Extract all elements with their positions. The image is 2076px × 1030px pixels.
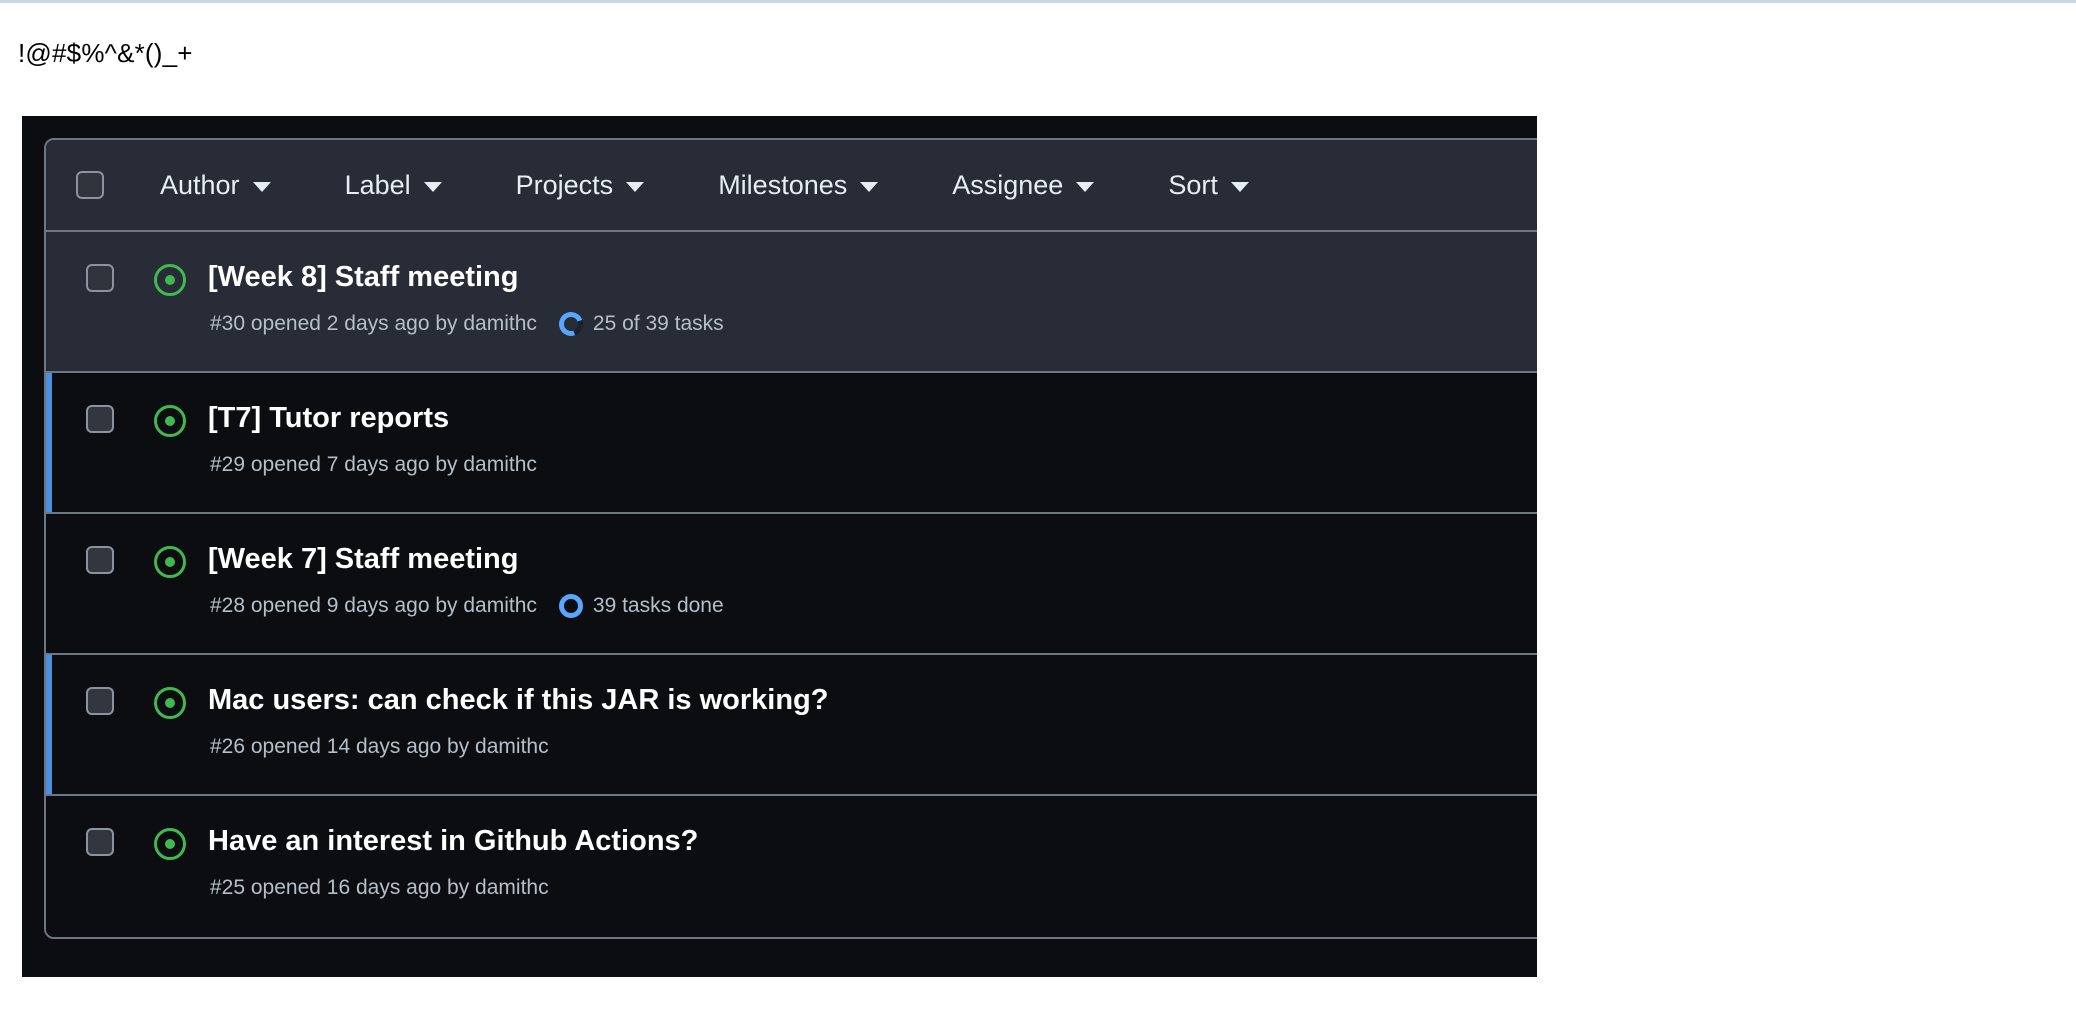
issue-select-checkbox[interactable] [86,546,114,574]
issue-row[interactable]: Mac users: can check if this JAR is work… [46,655,1537,796]
issue-select-checkbox[interactable] [86,828,114,856]
issue-row[interactable]: [T7] Tutor reports #29 opened 7 days ago … [46,373,1537,514]
filter-bar: Author Label Projects Milestones Assignee Sor… [160,170,1249,201]
filter-dropdown-sort[interactable]: Sort [1168,170,1249,201]
issues-toolbar: Author Label Projects Milestones Assignee Sor… [46,140,1537,232]
filter-dropdown-author[interactable]: Author [160,170,271,201]
issue-body: Mac users: can check if this JAR is work… [208,683,828,759]
filter-label: Label [344,169,411,200]
issue-checkbox-cell [46,542,154,574]
issue-row[interactable]: Have an interest in Github Actions? #25 o… [46,796,1537,937]
issue-meta: #25 opened 16 days ago by damithc [210,875,698,900]
issue-meta-text: #25 opened 16 days ago by damithc [210,876,549,899]
issue-meta: #28 opened 9 days ago by damithc 39 tasks… [210,593,724,618]
tasks-progress-icon [554,307,587,340]
chevron-down-icon [1076,182,1095,192]
issue-meta: #29 opened 7 days ago by damithc [210,452,537,477]
issue-body: Have an interest in Github Actions? #25 o… [208,824,698,900]
issue-title-link[interactable]: Have an interest in Github Actions? [208,824,698,858]
issue-meta-text: #26 opened 14 days ago by damithc [210,735,549,758]
issue-meta-text: #28 opened 9 days ago by damithc [210,594,537,617]
issue-body: [Week 8] Staff meeting #30 opened 2 days … [208,260,724,340]
issues-panel: Author Label Projects Milestones Assignee Sor… [44,138,1537,939]
filter-dropdown-projects[interactable]: Projects [516,170,645,201]
issue-meta-text: #29 opened 7 days ago by damithc [210,453,537,476]
issue-select-checkbox[interactable] [86,264,114,292]
filter-dropdown-label[interactable]: Label [345,170,442,201]
issue-meta: #26 opened 14 days ago by damithc [210,734,828,759]
select-all-checkbox[interactable] [76,171,104,199]
filter-label: Assignee [952,169,1064,200]
chevron-down-icon [252,182,271,192]
issues-list: [Week 8] Staff meeting #30 opened 2 days … [46,232,1537,937]
issue-opened-icon [154,687,186,719]
filter-dropdown-assignee[interactable]: Assignee [952,169,1095,201]
issue-select-checkbox[interactable] [86,687,114,715]
tasks-complete-icon [558,593,583,618]
chevron-down-icon [1230,182,1249,192]
page-top-divider [0,0,2076,3]
filter-dropdown-milestones[interactable]: Milestones [718,169,879,201]
issue-opened-icon [154,546,186,578]
issue-meta-text: #30 opened 2 days ago by damithc [210,312,537,335]
issue-title-link[interactable]: [T7] Tutor reports [208,401,537,435]
issue-row[interactable]: [Week 7] Staff meeting #28 opened 9 days … [46,514,1537,655]
issue-row[interactable]: [Week 8] Staff meeting #30 opened 2 days … [46,232,1537,373]
issue-title-link[interactable]: [Week 7] Staff meeting [208,542,724,576]
issue-meta: #30 opened 2 days ago by damithc 25 of 39… [210,307,724,340]
filter-label: Sort [1168,169,1218,200]
chevron-down-icon [860,182,879,192]
task-progress: 39 tasks done [558,593,724,618]
task-progress: 25 of 39 tasks [554,307,724,340]
filter-label: Milestones [718,169,848,200]
filter-label: Author [160,169,240,200]
task-progress-label: 25 of 39 tasks [592,312,724,335]
task-progress-label: 39 tasks done [592,594,724,617]
issues-panel-frame: Author Label Projects Milestones Assignee Sor… [22,116,1537,977]
issue-select-checkbox[interactable] [86,405,114,433]
issue-checkbox-cell [46,824,154,856]
issue-checkbox-cell [46,401,154,433]
issue-title-link[interactable]: [Week 8] Staff meeting [208,260,724,294]
chevron-down-icon [423,182,442,192]
issue-opened-icon [154,264,186,296]
issue-body: [T7] Tutor reports #29 opened 7 days ago … [208,401,537,477]
chevron-down-icon [626,182,645,192]
issue-body: [Week 7] Staff meeting #28 opened 9 days … [208,542,724,618]
filter-label: Projects [515,169,614,200]
issue-opened-icon [154,405,186,437]
page-title: !@#$%^&*()_+ [18,38,193,68]
issue-checkbox-cell [46,683,154,715]
issue-title-link[interactable]: Mac users: can check if this JAR is work… [208,683,828,717]
issue-opened-icon [154,828,186,860]
issue-checkbox-cell [46,260,154,292]
